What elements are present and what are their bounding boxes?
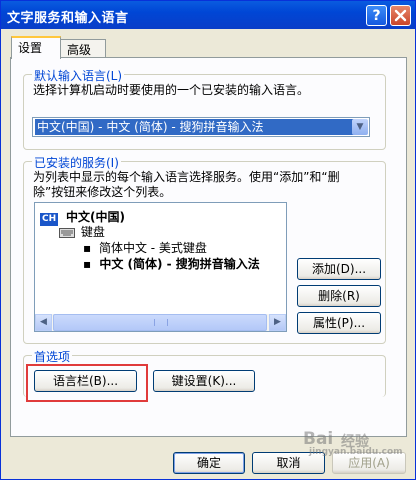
default-language-selected-value: 中文(中国) - 中文 (简体) - 搜狗拼音输入法 [35,119,355,135]
scroll-right-icon[interactable]: ▶ [269,314,286,331]
tree-item-selected[interactable]: ▪ 中文 (简体) - 搜狗拼音输入法 [83,255,260,272]
window-title: 文字服务和输入语言 [7,11,129,26]
watermark-url: jingyan.baidu.com [309,447,403,457]
dialog-window: 文字服务和输入语言 ? 设置 高级 默认输入语言(L) 选择计算机启动时要使用的… [0,0,416,480]
scroll-left-icon[interactable]: ◀ [35,314,52,331]
tab-advanced[interactable]: 高级 [60,39,106,58]
installed-services-description-line2: 除”按钮来修改这个列表。 [33,185,172,199]
tab-settings[interactable]: 设置 [11,36,61,59]
close-button[interactable] [390,5,411,26]
highlight-box [26,364,148,402]
remove-button[interactable]: 删除(R) [297,285,381,307]
tree-item-label: 中文 (简体) - 搜狗拼音输入法 [99,257,260,271]
tree-item[interactable]: ▪ 简体中文 - 美式键盘 [83,239,207,256]
close-icon [394,9,407,22]
tree-category-label: 键盘 [80,225,105,239]
bullet-icon: ▪ [83,241,92,255]
key-settings-button[interactable]: 键设置(K)... [153,370,255,392]
help-button[interactable]: ? [366,5,387,26]
default-language-select[interactable]: 中文(中国) - 中文 (简体) - 搜狗拼音输入法 ▼ [32,117,370,137]
services-tree[interactable]: CH 中文(中国) 键盘 ▪ 简体中文 - 美式键盘 ▪ 中文 (简体) - 搜… [34,202,287,332]
tree-language-label: 中文(中国) [65,210,125,224]
tree-item-label: 简体中文 - 美式键盘 [98,241,207,255]
tab-advanced-label: 高级 [67,43,92,57]
keyboard-icon [59,227,75,238]
title-bar[interactable]: 文字服务和输入语言 ? [1,1,415,29]
preferences-group-label: 首选项 [32,348,73,365]
bullet-icon: ▪ [83,257,92,271]
tab-settings-label: 设置 [18,41,43,55]
default-language-description: 选择计算机启动时要使用的一个已安装的输入语言。 [33,83,310,97]
horizontal-scrollbar[interactable]: ◀ ▶ [35,314,286,331]
ok-button[interactable]: 确定 [173,452,245,474]
scroll-thumb[interactable] [53,314,267,331]
watermark-text: Bai [303,429,334,449]
add-button[interactable]: 添加(D)... [297,258,381,280]
properties-button[interactable]: 属性(P)... [297,312,381,334]
grip-icon [154,319,168,326]
chevron-down-icon[interactable]: ▼ [352,119,368,135]
tree-category-node[interactable]: 键盘 [59,223,105,240]
language-badge-icon: CH [40,213,59,226]
